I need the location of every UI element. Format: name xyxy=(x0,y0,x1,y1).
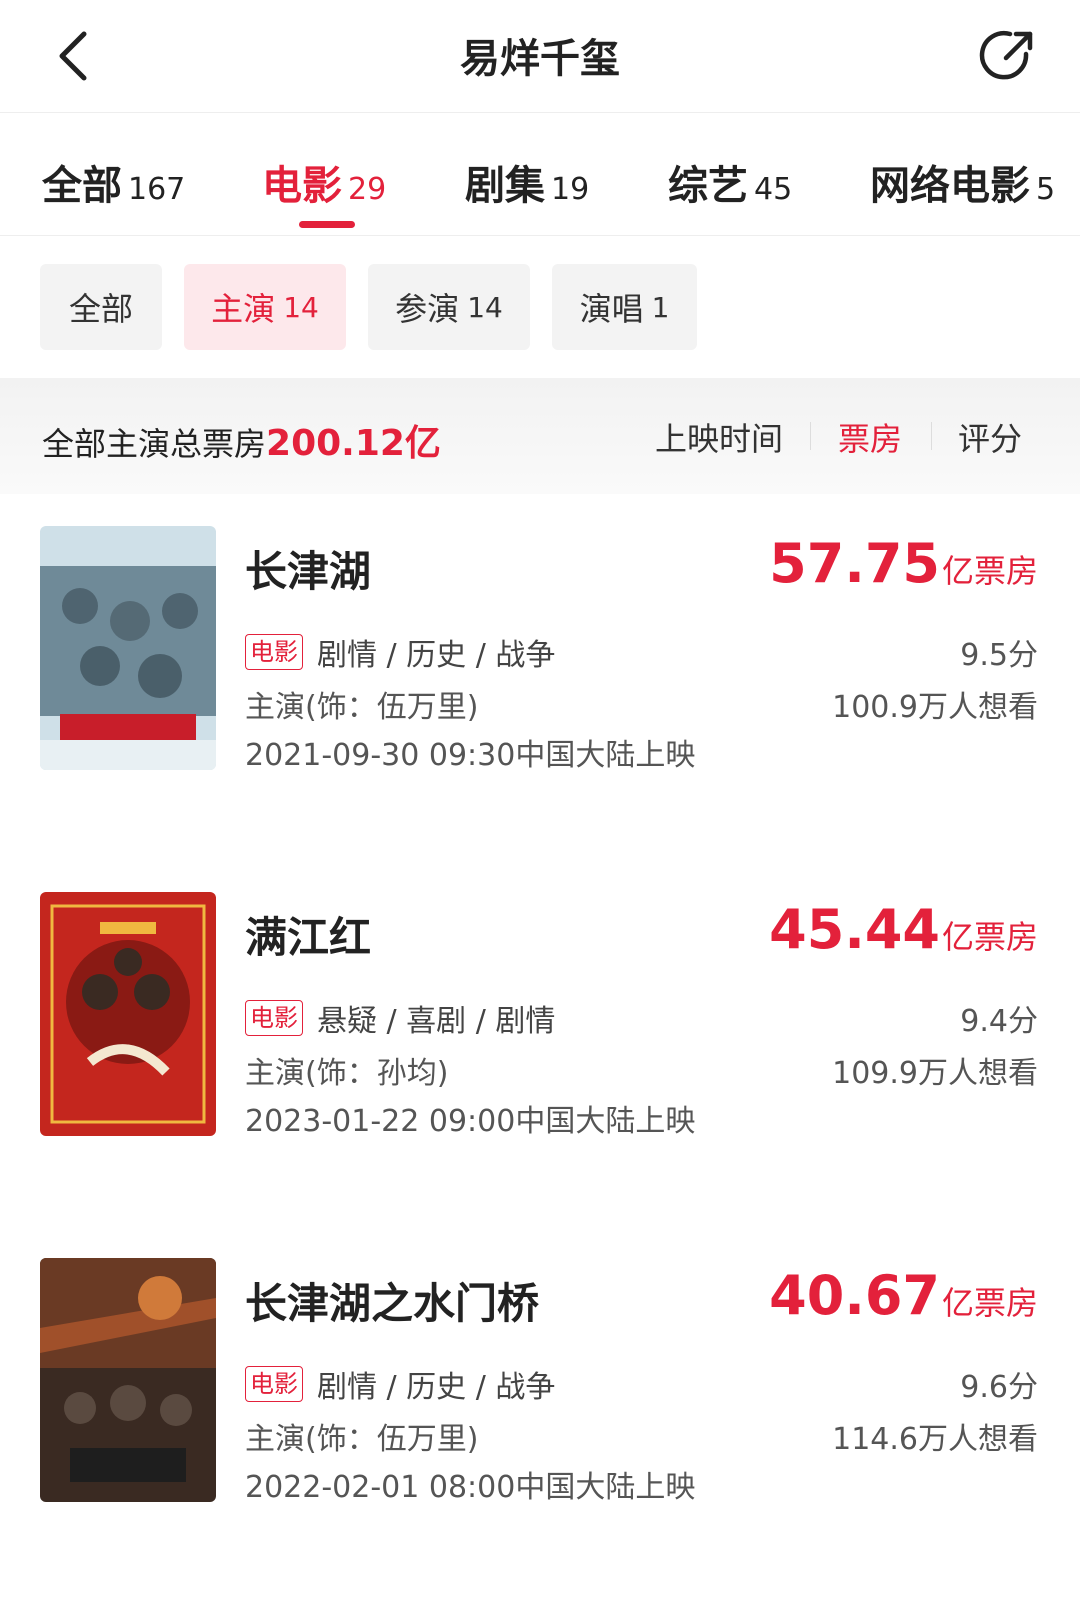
box-office: 45.44亿票房 xyxy=(769,898,1038,961)
tab-count: 29 xyxy=(348,172,387,207)
sort-divider xyxy=(810,422,811,450)
list-item[interactable]: 长津湖之水门桥 40.67亿票房 电影 剧情 / 历史 / 战争 主演(饰：伍万… xyxy=(0,1258,1080,1598)
tab-label: 全部 xyxy=(42,163,122,209)
tab-label: 综艺 xyxy=(668,163,748,209)
box-office-value: 40.67 xyxy=(769,1264,940,1327)
genres: 悬疑 / 喜剧 / 剧情 xyxy=(317,1004,556,1039)
tab-web-movie[interactable]: 网络电影 5 xyxy=(870,153,1055,211)
sort-rating[interactable]: 评分 xyxy=(958,414,1022,460)
total-box-office: 200.12亿 xyxy=(266,423,441,464)
share-icon[interactable] xyxy=(976,24,1040,88)
poster-image xyxy=(40,892,216,1136)
tab-movie[interactable]: 电影 29 xyxy=(262,153,386,211)
tab-label: 剧集 xyxy=(465,163,545,209)
filter-lead[interactable]: 主演 14 xyxy=(184,264,346,350)
wish-count: 109.9万人想看 xyxy=(832,1056,1038,1091)
filter-label: 主演 xyxy=(211,290,276,328)
poster-image xyxy=(40,526,216,770)
filter-supporting[interactable]: 参演 14 xyxy=(368,264,530,350)
tab-label: 网络电影 xyxy=(870,163,1030,209)
box-office-value: 45.44 xyxy=(769,898,940,961)
category-tabs: 全部 167 电影 29 剧集 19 综艺 45 网络电影 5 xyxy=(0,113,1080,236)
movie-title[interactable]: 满江红 xyxy=(245,904,371,965)
filter-count: 14 xyxy=(467,290,503,324)
filter-label: 演唱 xyxy=(579,290,644,328)
movie-title[interactable]: 长津湖 xyxy=(245,538,371,599)
genres: 剧情 / 历史 / 战争 xyxy=(317,638,556,673)
top-bar: 易烊千玺 xyxy=(0,0,1080,113)
filter-all[interactable]: 全部 xyxy=(40,264,162,350)
role-text: 主演(饰：伍万里) xyxy=(245,1422,479,1457)
release-date: 2023-01-22 09:00中国大陆上映 xyxy=(245,1104,696,1139)
box-office-unit: 亿票房 xyxy=(941,552,1038,590)
box-office-unit: 亿票房 xyxy=(941,1284,1038,1322)
box-office: 57.75亿票房 xyxy=(769,532,1038,595)
filter-count: 14 xyxy=(283,290,319,324)
role-filters: 全部 主演 14 参演 14 演唱 1 xyxy=(0,236,1080,378)
rating-score: 9.6分 xyxy=(960,1370,1038,1405)
release-date: 2022-02-01 08:00中国大陆上映 xyxy=(245,1470,696,1505)
box-office-value: 57.75 xyxy=(769,532,940,595)
tab-count: 167 xyxy=(128,172,186,207)
role-text: 主演(饰：伍万里) xyxy=(245,690,479,725)
rating-score: 9.5分 xyxy=(960,638,1038,673)
tab-series[interactable]: 剧集 19 xyxy=(465,153,589,211)
sort-release-time[interactable]: 上映时间 xyxy=(655,414,783,460)
list-item[interactable]: 长津湖 57.75亿票房 电影 剧情 / 历史 / 战争 主演(饰：伍万里) 2… xyxy=(0,526,1080,866)
poster-image xyxy=(40,1258,216,1502)
tab-variety[interactable]: 综艺 45 xyxy=(668,153,792,211)
box-office-summary: 全部主演总票房200.12亿 上映时间 票房 评分 xyxy=(0,378,1080,494)
movie-poster[interactable] xyxy=(40,892,216,1136)
page-title: 易烊千玺 xyxy=(460,36,620,82)
filter-singing[interactable]: 演唱 1 xyxy=(552,264,697,350)
filter-count: 1 xyxy=(651,290,670,324)
movie-title[interactable]: 长津湖之水门桥 xyxy=(245,1270,539,1331)
genre-line: 电影 剧情 / 历史 / 战争 xyxy=(245,630,555,674)
tab-count: 5 xyxy=(1036,172,1056,207)
genre-line: 电影 剧情 / 历史 / 战争 xyxy=(245,1362,555,1406)
sort-box-office[interactable]: 票房 xyxy=(838,414,902,460)
type-badge: 电影 xyxy=(245,634,303,670)
type-badge: 电影 xyxy=(245,1366,303,1402)
tab-all[interactable]: 全部 167 xyxy=(42,153,185,211)
rating-score: 9.4分 xyxy=(960,1004,1038,1039)
sort-divider xyxy=(931,422,932,450)
movie-poster[interactable] xyxy=(40,1258,216,1502)
list-item[interactable]: 满江红 45.44亿票房 电影 悬疑 / 喜剧 / 剧情 主演(饰：孙均) 20… xyxy=(0,892,1080,1232)
wish-count: 114.6万人想看 xyxy=(832,1422,1038,1457)
box-office: 40.67亿票房 xyxy=(769,1264,1038,1327)
tab-count: 45 xyxy=(754,172,793,207)
summary-text: 全部主演总票房 xyxy=(42,425,267,463)
type-badge: 电影 xyxy=(245,1000,303,1036)
release-date: 2021-09-30 09:30中国大陆上映 xyxy=(245,738,696,773)
box-office-unit: 亿票房 xyxy=(941,918,1038,956)
filter-label: 全部 xyxy=(68,290,133,328)
role-text: 主演(饰：孙均) xyxy=(245,1056,449,1091)
tab-count: 19 xyxy=(551,172,590,207)
genre-line: 电影 悬疑 / 喜剧 / 剧情 xyxy=(245,996,555,1040)
movie-poster[interactable] xyxy=(40,526,216,770)
summary-label: 全部主演总票房200.12亿 xyxy=(42,414,441,466)
filter-label: 参演 xyxy=(395,290,460,328)
wish-count: 100.9万人想看 xyxy=(832,690,1038,725)
genres: 剧情 / 历史 / 战争 xyxy=(317,1370,556,1405)
tab-label: 电影 xyxy=(262,163,342,209)
tab-active-indicator xyxy=(299,221,355,228)
